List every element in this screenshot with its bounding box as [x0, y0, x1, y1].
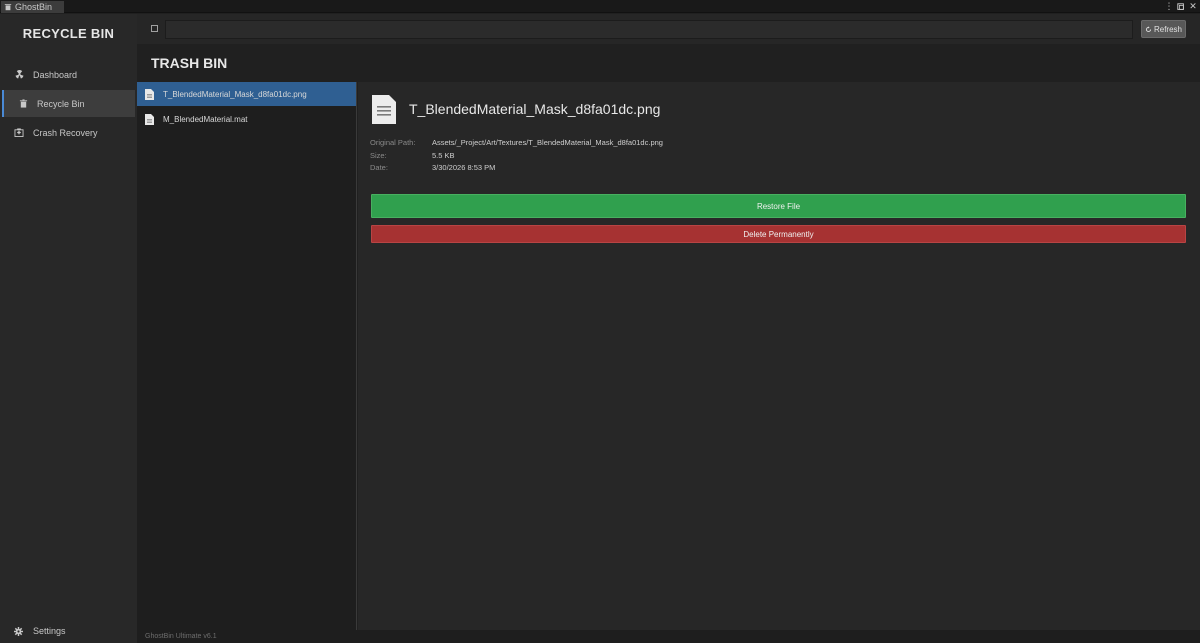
- detail-title: T_BlendedMaterial_Mask_d8fa01dc.png: [409, 101, 661, 117]
- editor-tabstrip: GhostBin ⋮ ✕: [0, 0, 1200, 13]
- refresh-label: Refresh: [1153, 24, 1182, 34]
- refresh-icon: [1145, 25, 1152, 32]
- refresh-button[interactable]: Refresh: [1141, 20, 1186, 38]
- sidebar-item-settings[interactable]: Settings: [2, 619, 135, 643]
- delete-permanently-button[interactable]: Delete Permanently: [371, 225, 1186, 243]
- sidebar-item-label: Recycle Bin: [37, 98, 85, 109]
- trash-icon: [4, 4, 12, 11]
- file-name: M_BlendedMaterial.mat: [163, 114, 248, 124]
- size-value: 5.5 KB: [432, 151, 455, 160]
- sidebar: RECYCLE BIN Dashboard Recycle Bin Crash …: [0, 14, 137, 643]
- sidebar-item-crash-recovery[interactable]: Crash Recovery: [2, 119, 135, 146]
- window-controls: ⋮ ✕: [1165, 1, 1197, 12]
- search-input[interactable]: [165, 20, 1133, 39]
- window-tab-title: GhostBin: [15, 2, 53, 12]
- gear-icon: [14, 626, 24, 636]
- more-icon[interactable]: ⋮: [1165, 1, 1174, 11]
- window-tab[interactable]: GhostBin: [1, 1, 65, 13]
- sidebar-item-label: Dashboard: [33, 69, 78, 80]
- status-bar: [137, 630, 1200, 643]
- sidebar-item-dashboard[interactable]: Dashboard: [2, 61, 135, 88]
- maximize-icon[interactable]: [1177, 2, 1185, 11]
- detail-panel: T_BlendedMaterial_Mask_d8fa01dc.png Orig…: [358, 82, 1200, 630]
- date-label: Date:: [370, 163, 388, 172]
- original-path-label: Original Path:: [370, 138, 416, 147]
- file-name: T_BlendedMaterial_Mask_d8fa01dc.png: [163, 89, 307, 99]
- file-icon: [372, 95, 396, 124]
- list-item[interactable]: M_BlendedMaterial.mat: [137, 107, 356, 131]
- original-path-value: Assets/_Project/Art/Textures/T_BlendedMa…: [432, 138, 663, 147]
- top-toolbar: Refresh: [137, 14, 1200, 44]
- file-icon: [145, 88, 154, 100]
- sidebar-brand: RECYCLE BIN: [22, 26, 115, 41]
- settings-label: Settings: [33, 626, 66, 636]
- radiation-icon: [14, 70, 24, 80]
- sidebar-item-label: Crash Recovery: [33, 127, 98, 138]
- sidebar-item-recycle-bin[interactable]: Recycle Bin: [2, 90, 135, 117]
- hospital-icon: [14, 128, 24, 138]
- close-icon[interactable]: ✕: [1189, 1, 1197, 11]
- list-item[interactable]: T_BlendedMaterial_Mask_d8fa01dc.png: [137, 82, 356, 106]
- select-all-checkbox[interactable]: [151, 25, 158, 32]
- file-icon: [145, 113, 154, 125]
- trash-icon: [18, 99, 28, 109]
- version-label: GhostBin Ultimate v6.1: [145, 633, 217, 640]
- page-title: TRASH BIN: [151, 55, 228, 71]
- file-list: T_BlendedMaterial_Mask_d8fa01dc.png M_Bl…: [137, 82, 357, 630]
- date-value: 3/30/2026 8:53 PM: [432, 163, 496, 172]
- restore-file-button[interactable]: Restore File: [371, 194, 1186, 218]
- size-label: Size:: [370, 151, 387, 160]
